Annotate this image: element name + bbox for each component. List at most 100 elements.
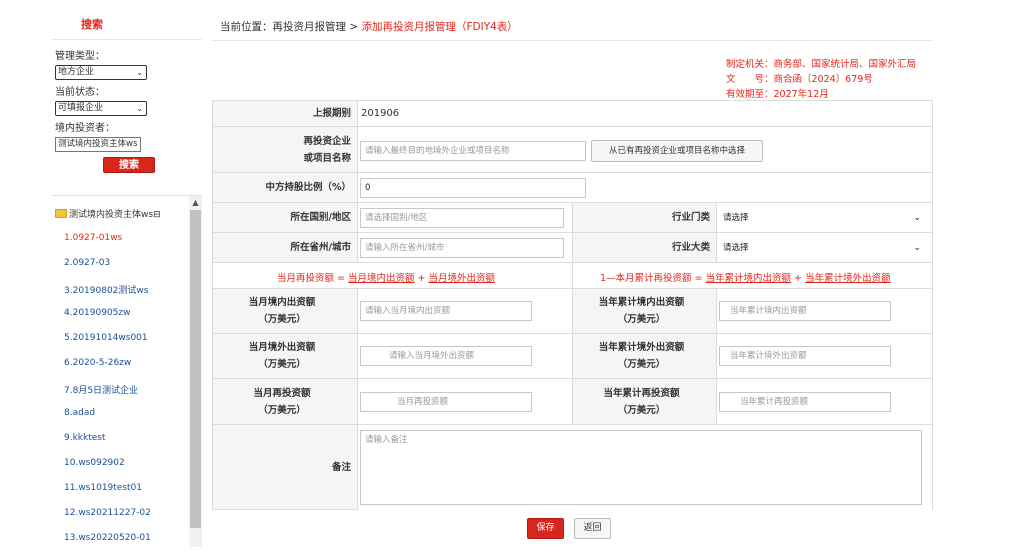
industry-major-label: 行业大类 xyxy=(573,233,717,263)
formula-month-cell: 当月再投资额 = 当月境内出资额 + 当月境外出资额 xyxy=(213,263,573,289)
save-button[interactable]: 保存 xyxy=(527,518,564,539)
month-foreign-label: 当月境外出资额 （万美元） xyxy=(213,334,358,379)
tree-root-label: 测试境内投资主体ws xyxy=(69,210,154,220)
formula-year-domestic: 当年累计境内出资额 xyxy=(705,273,792,284)
country-input[interactable]: 请选择国别/地区 xyxy=(360,208,564,228)
ratio-label: 中方持股比例（%） xyxy=(213,173,358,203)
formula-year-foreign: 当年累计境外出资额 xyxy=(805,273,891,284)
formula-month-foreign: 当月境外出资额 xyxy=(428,273,496,284)
industry-major-select[interactable]: 请选择 ⌄ xyxy=(719,238,925,258)
month-reinvest-input[interactable]: 当月再投资额 xyxy=(360,392,532,412)
sidebar: 搜索 管理类型： 地方企业 ⌄ 当前状态： 可填报企业 ⌄ 境内投资者： 测试境… xyxy=(52,10,202,547)
ratio-cell: 0 xyxy=(358,173,933,203)
tree-item[interactable]: 4.20190905zw xyxy=(64,308,130,318)
formula-year-plus: + xyxy=(791,273,806,284)
regulation-info: 制定机关：商务部、国家统计局、国家外汇局 文 号：商合函〔2024〕679号 有… xyxy=(726,57,916,102)
month-reinvest-cell: 当月再投资额 xyxy=(358,379,573,425)
industry-category-value: 请选择 xyxy=(723,213,749,223)
province-label: 所在省州/城市 xyxy=(213,233,358,263)
investor-label: 境内投资者： xyxy=(55,123,115,134)
status-label: 当前状态： xyxy=(55,87,105,98)
tree-item[interactable]: 2.0927-03 xyxy=(64,258,110,268)
tree-item[interactable]: 11.ws1019test01 xyxy=(64,483,142,493)
enterprise-tree: 测试境内投资主体ws⊟ 1.0927-01ws 2.0927-03 3.2019… xyxy=(52,195,202,547)
main-panel: 当前位置：再投资月报管理 > 添加再投资月报管理（FDIY4表） 制定机关：商务… xyxy=(212,10,933,546)
chevron-down-icon: ⌄ xyxy=(913,243,921,253)
tree-item[interactable]: 3.20190802测试ws xyxy=(64,283,148,296)
tree-item[interactable]: 10.ws092902 xyxy=(64,458,125,468)
remark-label: 备注 xyxy=(213,425,358,510)
tree-item[interactable]: 13.ws20220520-01 xyxy=(64,533,151,543)
formula-year: 1—本月累计再投资额 = 当年累计境内出资额 + 当年累计境外出资额 xyxy=(600,270,891,284)
period-label: 上报期别 xyxy=(213,101,358,127)
year-foreign-input[interactable]: 当年累计境外出资额 xyxy=(719,346,891,366)
year-foreign-cell: 当年累计境外出资额 xyxy=(717,334,933,379)
scroll-up-icon[interactable]: ▲ xyxy=(189,196,202,209)
folder-icon xyxy=(55,209,67,218)
sidebar-search-button[interactable]: 搜索 xyxy=(103,157,155,173)
year-domestic-input[interactable]: 当年累计境内出资额 xyxy=(719,301,891,321)
tree-item[interactable]: 6.2020-5-26zw xyxy=(64,358,131,368)
enterprise-input[interactable]: 请输入最终目的地境外企业或项目名称 xyxy=(360,141,586,161)
industry-major-cell: 请选择 ⌄ xyxy=(717,233,933,263)
tree-item[interactable]: 7.8月5日测试企业 xyxy=(64,383,138,396)
year-domestic-label: 当年累计境内出资额 （万美元） xyxy=(573,289,717,334)
choose-enterprise-button[interactable]: 从已有再投资企业或项目名称中选择 xyxy=(591,140,763,162)
tree-item[interactable]: 8.adad xyxy=(64,408,95,418)
province-cell: 请输入所在省州/城市 xyxy=(358,233,573,263)
formula-month-domestic: 当月境内出资额 xyxy=(348,273,415,284)
management-type-value: 地方企业 xyxy=(58,67,95,77)
formula-month-prefix: 当月再投资额 = xyxy=(277,273,348,284)
management-type-label: 管理类型： xyxy=(55,51,105,62)
regulation-authority: 制定机关：商务部、国家统计局、国家外汇局 xyxy=(726,59,917,70)
month-domestic-cell: 请输入当月境内出资额 xyxy=(358,289,573,334)
tree-root[interactable]: 测试境内投资主体ws⊟ xyxy=(55,207,161,220)
management-type-select[interactable]: 地方企业 ⌄ xyxy=(55,65,147,80)
tree-item[interactable]: 5.20191014ws001 xyxy=(64,333,148,343)
formula-year-prefix: 1—本月累计再投资额 = xyxy=(600,273,706,284)
enterprise-cell: 请输入最终目的地境外企业或项目名称 从已有再投资企业或项目名称中选择 xyxy=(358,127,933,173)
investor-input[interactable]: 测试境内投资主体ws xyxy=(55,137,141,152)
ratio-input[interactable]: 0 xyxy=(360,178,586,198)
enterprise-label: 再投资企业 或项目名称 xyxy=(213,127,358,173)
tree-item[interactable]: 9.kkktest xyxy=(64,433,106,443)
sidebar-header: 搜索 xyxy=(52,10,202,40)
chevron-down-icon: ⌄ xyxy=(136,68,143,77)
remark-cell: 请输入备注 xyxy=(358,425,933,510)
period-value: 201906 xyxy=(358,101,933,127)
industry-category-label: 行业门类 xyxy=(573,203,717,233)
formula-month-plus: + xyxy=(414,273,429,284)
country-label: 所在国别/地区 xyxy=(213,203,358,233)
chevron-down-icon: ⌄ xyxy=(913,213,921,223)
breadcrumb-current: 添加再投资月报管理（FDIY4表） xyxy=(361,21,518,33)
chevron-down-icon: ⌄ xyxy=(136,104,143,113)
status-select[interactable]: 可填报企业 ⌄ xyxy=(55,101,147,116)
year-reinvest-cell: 当年累计再投资额 xyxy=(717,379,933,425)
divider xyxy=(212,40,933,41)
breadcrumb-path: 当前位置：再投资月报管理 > xyxy=(220,21,362,33)
formula-month: 当月再投资额 = 当月境内出资额 + 当月境外出资额 xyxy=(277,270,495,284)
year-reinvest-label: 当年累计再投资额 （万美元） xyxy=(573,379,717,425)
tree-item[interactable]: 12.ws20211227-02 xyxy=(64,508,151,518)
scroll-thumb[interactable] xyxy=(190,210,201,528)
remark-textarea[interactable]: 请输入备注 xyxy=(360,430,922,505)
report-form: 上报期别 201906 再投资企业 或项目名称 请输入最终目的地境外企业或项目名… xyxy=(212,100,933,510)
industry-category-select[interactable]: 请选择 ⌄ xyxy=(719,208,925,228)
industry-category-cell: 请选择 ⌄ xyxy=(717,203,933,233)
year-reinvest-input[interactable]: 当年累计再投资额 xyxy=(719,392,891,412)
breadcrumb: 当前位置：再投资月报管理 > 添加再投资月报管理（FDIY4表） xyxy=(220,19,518,34)
month-foreign-cell: 请输入当月境外出资额 xyxy=(358,334,573,379)
month-foreign-input[interactable]: 请输入当月境外出资额 xyxy=(360,346,532,366)
industry-major-value: 请选择 xyxy=(723,243,749,253)
province-input[interactable]: 请输入所在省州/城市 xyxy=(360,238,564,258)
back-button[interactable]: 返回 xyxy=(574,518,611,539)
regulation-doc-no: 文 号：商合函〔2024〕679号 xyxy=(726,74,873,85)
month-reinvest-label: 当月再投资额 （万美元） xyxy=(213,379,358,425)
month-domestic-label: 当月境内出资额 （万美元） xyxy=(213,289,358,334)
collapse-icon[interactable]: ⊟ xyxy=(153,210,161,220)
tree-item[interactable]: 1.0927-01ws xyxy=(64,233,122,243)
status-value: 可填报企业 xyxy=(58,103,104,113)
month-domestic-input[interactable]: 请输入当月境内出资额 xyxy=(360,301,532,321)
year-foreign-label: 当年累计境外出资额 （万美元） xyxy=(573,334,717,379)
tree-scrollbar[interactable]: ▲ xyxy=(189,196,202,547)
